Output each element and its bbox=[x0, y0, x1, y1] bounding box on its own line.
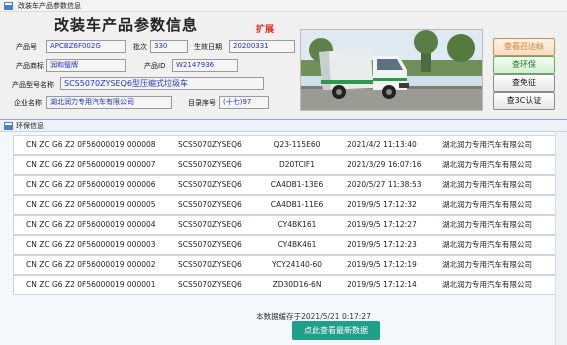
model-name-field[interactable]: SCS5070ZYSEQ6型压缩式垃圾车 bbox=[60, 77, 264, 90]
garbage-truck-image bbox=[301, 30, 482, 110]
engine-cell: ZD30D16-6N bbox=[272, 280, 322, 289]
product-id-field[interactable]: W2147936 bbox=[172, 59, 238, 72]
time-cell: 2019/9/5 17:12:23 bbox=[347, 240, 417, 249]
env-info-dialog: 环保信息 CN ZC G6 Z2 0F56000019 000008 SCS507… bbox=[0, 119, 567, 345]
model-cell: SCS5070ZYSEQ6 bbox=[178, 240, 242, 249]
company-cell: 湖北润力专用汽车有限公司 bbox=[442, 200, 532, 209]
time-cell: 2019/9/5 17:12:32 bbox=[347, 200, 417, 209]
time-cell: 2019/9/5 17:12:14 bbox=[347, 280, 417, 289]
vin-cell: CN ZC G6 Z2 0F56000019 000008 bbox=[26, 140, 156, 149]
company-cell: 湖北润力专用汽车有限公司 bbox=[442, 160, 532, 169]
env-record-list: CN ZC G6 Z2 0F56000019 000008 SCS5070ZYSE… bbox=[13, 135, 556, 295]
company-cell: 湖北润力专用汽车有限公司 bbox=[442, 180, 532, 189]
catalog-no-field[interactable]: (十七)97 bbox=[219, 96, 269, 109]
check-exempt-button[interactable]: 查免征 bbox=[493, 74, 555, 92]
table-row[interactable]: CN ZC G6 Z2 0F56000019 000005 SCS5070ZYSE… bbox=[13, 195, 556, 215]
window-titlebar: 改装车产品参数信息 bbox=[0, 0, 567, 12]
model-name-label: 产品型号名称 bbox=[12, 81, 54, 89]
app-icon bbox=[4, 122, 13, 130]
model-cell: SCS5070ZYSEQ6 bbox=[178, 140, 242, 149]
vin-cell: CN ZC G6 Z2 0F56000019 000001 bbox=[26, 280, 156, 289]
engine-cell: CY4BK161 bbox=[277, 220, 317, 229]
effective-date-field[interactable]: 20200331 bbox=[229, 40, 295, 53]
company-cell: 湖北润力专用汽车有限公司 bbox=[442, 260, 532, 269]
product-no-field[interactable]: APCBZ6F002G bbox=[46, 40, 126, 53]
table-row[interactable]: CN ZC G6 Z2 0F56000019 000003 SCS5070ZYSE… bbox=[13, 235, 556, 255]
dialog-title: 环保信息 bbox=[16, 122, 44, 130]
page-heading: 改装车产品参数信息 bbox=[54, 16, 199, 34]
batch-label: 批次 bbox=[133, 43, 147, 51]
model-cell: SCS5070ZYSEQ6 bbox=[178, 260, 242, 269]
expand-link[interactable]: 扩展 bbox=[256, 22, 274, 35]
engine-cell: YCY24140-60 bbox=[272, 260, 322, 269]
engine-cell: Q23-115E60 bbox=[273, 140, 321, 149]
product-no-label: 产品号 bbox=[16, 43, 37, 51]
view-recall-button[interactable]: 查看召达标 bbox=[493, 38, 555, 56]
catalog-no-label: 目录序号 bbox=[188, 99, 216, 107]
company-field[interactable]: 湖北润力专用汽车有限公司 bbox=[46, 96, 172, 109]
engine-cell: D20TCIF1 bbox=[279, 160, 315, 169]
company-label: 企业名称 bbox=[14, 99, 42, 107]
time-cell: 2021/4/2 11:13:40 bbox=[347, 140, 417, 149]
vin-cell: CN ZC G6 Z2 0F56000019 000005 bbox=[26, 200, 156, 209]
product-id-label: 产品ID bbox=[144, 62, 166, 70]
vin-cell: CN ZC G6 Z2 0F56000019 000002 bbox=[26, 260, 156, 269]
table-row[interactable]: CN ZC G6 Z2 0F56000019 000004 SCS5070ZYSE… bbox=[13, 215, 556, 235]
model-cell: SCS5070ZYSEQ6 bbox=[178, 160, 242, 169]
engine-cell: CA4DB1-13E6 bbox=[270, 180, 324, 189]
window-title: 改装车产品参数信息 bbox=[18, 2, 81, 10]
company-cell: 湖北润力专用汽车有限公司 bbox=[442, 240, 532, 249]
table-row[interactable]: CN ZC G6 Z2 0F56000019 000008 SCS5070ZYSE… bbox=[13, 135, 556, 155]
screen: 改装车产品参数信息 改装车产品参数信息 扩展 产品号 APCBZ6F002G 批… bbox=[0, 0, 567, 345]
table-row[interactable]: CN ZC G6 Z2 0F56000019 000007 SCS5070ZYSE… bbox=[13, 155, 556, 175]
company-cell: 湖北润力专用汽车有限公司 bbox=[442, 140, 532, 149]
vin-cell: CN ZC G6 Z2 0F56000019 000004 bbox=[26, 220, 156, 229]
time-cell: 2019/9/5 17:12:27 bbox=[347, 220, 417, 229]
model-cell: SCS5070ZYSEQ6 bbox=[178, 220, 242, 229]
cache-note: 本数据缓存于2021/5/21 0:17:27 bbox=[256, 312, 371, 321]
brand-field[interactable]: 润和璧牌 bbox=[46, 59, 126, 72]
dialog-scrollbar[interactable] bbox=[555, 132, 567, 345]
batch-field[interactable]: 330 bbox=[150, 40, 188, 53]
engine-cell: CA4DB1-11E6 bbox=[270, 200, 324, 209]
table-row[interactable]: CN ZC G6 Z2 0F56000019 000001 SCS5070ZYSE… bbox=[13, 275, 556, 295]
model-cell: SCS5070ZYSEQ6 bbox=[178, 280, 242, 289]
product-params-window: 改装车产品参数信息 改装车产品参数信息 扩展 产品号 APCBZ6F002G 批… bbox=[0, 0, 567, 120]
dialog-titlebar: 环保信息 bbox=[0, 120, 567, 132]
vin-cell: CN ZC G6 Z2 0F56000019 000007 bbox=[26, 160, 156, 169]
time-cell: 2021/3/29 16:07:16 bbox=[347, 160, 422, 169]
table-row[interactable]: CN ZC G6 Z2 0F56000019 000006 SCS5070ZYSE… bbox=[13, 175, 556, 195]
vin-cell: CN ZC G6 Z2 0F56000019 000003 bbox=[26, 240, 156, 249]
time-cell: 2019/9/5 17:12:19 bbox=[347, 260, 417, 269]
table-row[interactable]: CN ZC G6 Z2 0F56000019 000002 SCS5070ZYSE… bbox=[13, 255, 556, 275]
refresh-latest-button[interactable]: 点此查看最新数据 bbox=[292, 321, 380, 340]
effective-date-label: 生效日期 bbox=[194, 43, 222, 51]
company-cell: 湖北润力专用汽车有限公司 bbox=[442, 280, 532, 289]
company-cell: 湖北润力专用汽车有限公司 bbox=[442, 220, 532, 229]
brand-label: 产品商标 bbox=[16, 62, 44, 70]
app-icon bbox=[4, 2, 13, 10]
model-cell: SCS5070ZYSEQ6 bbox=[178, 200, 242, 209]
model-cell: SCS5070ZYSEQ6 bbox=[178, 180, 242, 189]
check-3c-button[interactable]: 查3C认证 bbox=[493, 92, 555, 110]
vehicle-photo bbox=[300, 29, 483, 111]
vin-cell: CN ZC G6 Z2 0F56000019 000006 bbox=[26, 180, 156, 189]
check-env-button[interactable]: 查环保 bbox=[493, 56, 555, 74]
engine-cell: CY4BK461 bbox=[277, 240, 317, 249]
time-cell: 2020/5/27 11:38:53 bbox=[347, 180, 422, 189]
